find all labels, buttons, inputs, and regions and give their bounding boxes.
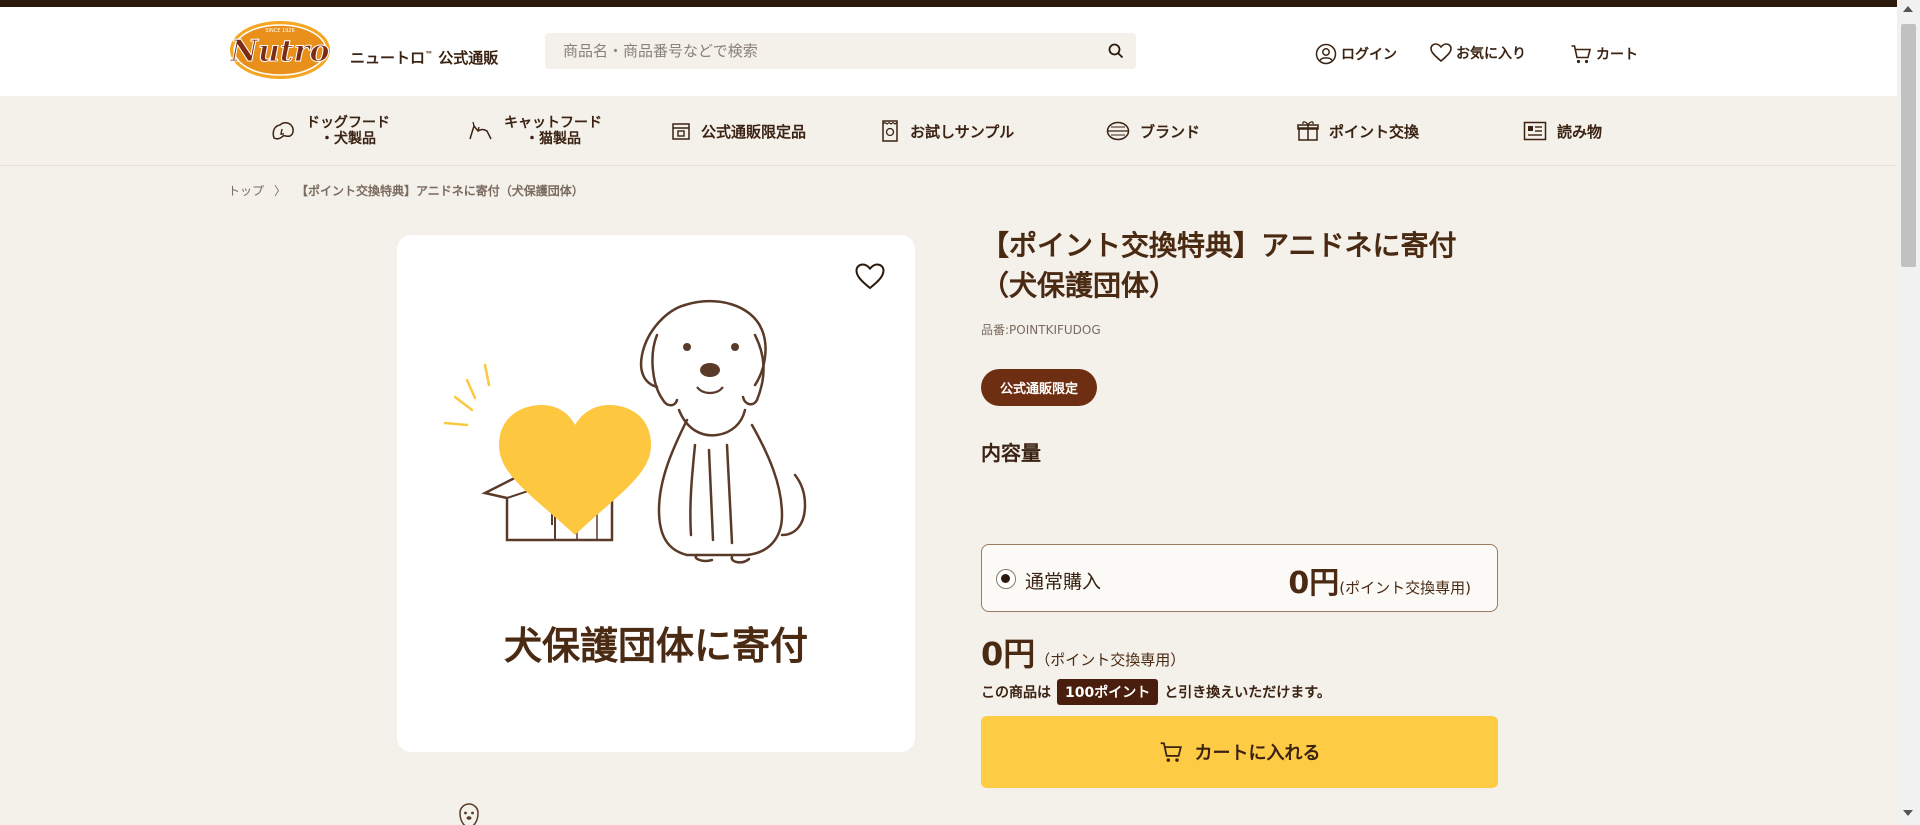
- main-nav: ドッグフード ・犬製品 キャットフード ・猫製品 公式通販限定品 お試しサンプル ブ…: [0, 96, 1897, 166]
- search-icon: [1108, 43, 1124, 59]
- dog-illustration: [639, 300, 807, 564]
- points-info: この商品は 100ポイント と引き換えいただけます。: [981, 679, 1331, 705]
- search-button[interactable]: [1102, 37, 1130, 65]
- site-header: SINCE 1926 Nutro ニュートロ™ 公式通販 ログイン お気に入り: [0, 7, 1897, 96]
- add-to-cart-label: カートに入れる: [1194, 743, 1321, 764]
- nav-limited[interactable]: 公式通販限定品: [671, 96, 806, 166]
- points-value-tag: 100ポイント: [1057, 679, 1159, 705]
- login-label: ログイン: [1341, 47, 1397, 63]
- dog-eye-right: [731, 343, 739, 351]
- product-title: 【ポイント交換特典】アニドネに寄付（犬保護団体）: [981, 229, 1457, 302]
- scroll-up-arrow-icon[interactable]: [1903, 6, 1913, 12]
- sample-bag-icon: [882, 120, 898, 142]
- add-to-cart-button[interactable]: カートに入れる: [981, 716, 1498, 788]
- dog-icon: [272, 122, 294, 140]
- volume-label: 内容量: [981, 441, 1041, 465]
- nav-catfood[interactable]: キャットフード ・猫製品: [468, 96, 602, 166]
- favorites-link[interactable]: お気に入り: [1430, 43, 1526, 63]
- purchase-option-radio[interactable]: [996, 569, 1016, 589]
- favorites-label: お気に入り: [1456, 46, 1526, 62]
- bowl-icon: [1106, 121, 1130, 141]
- nav-sample[interactable]: お試しサンプル: [880, 96, 1014, 166]
- product-code: 品番:POINTKIFUDOG: [981, 323, 1101, 337]
- cart-link[interactable]: カート: [1570, 43, 1638, 65]
- dog-eye-left: [683, 343, 691, 351]
- login-link[interactable]: ログイン: [1315, 43, 1397, 65]
- article-icon: [1523, 121, 1547, 141]
- cat-icon: [469, 121, 492, 140]
- svg-text:Nutro: Nutro: [230, 34, 330, 69]
- gift-icon: [1297, 121, 1319, 141]
- product-info: 【ポイント交換特典】アニドネに寄付（犬保護団体） 品番:POINTKIFUDOG…: [981, 226, 1501, 788]
- heart-icon: [1430, 43, 1452, 63]
- nutro-logo[interactable]: SINCE 1926 Nutro: [228, 19, 332, 81]
- nav-dogfood[interactable]: ドッグフード ・犬製品: [270, 96, 390, 166]
- cart-icon: [1160, 742, 1182, 762]
- breadcrumb-separator: 〉: [274, 184, 287, 198]
- heart-icon: [499, 405, 651, 535]
- dog-nose: [700, 363, 720, 377]
- cart-icon: [1571, 45, 1592, 64]
- nav-points[interactable]: ポイント交換: [1297, 96, 1419, 166]
- nav-reading[interactable]: 読み物: [1523, 96, 1602, 166]
- brand-name: ニュートロ™ 公式通販: [350, 49, 499, 67]
- cart-label: カート: [1596, 47, 1638, 63]
- price: 0円（ポイント交換専用）: [981, 635, 1186, 673]
- thumbnail-image[interactable]: [452, 803, 486, 825]
- purchase-option-price: 0円(ポイント交換専用): [1288, 566, 1471, 601]
- nav-brand[interactable]: ブランド: [1106, 96, 1200, 166]
- purchase-option-label: 通常購入: [1025, 571, 1102, 593]
- scroll-down-arrow-icon[interactable]: [1903, 810, 1913, 816]
- breadcrumb-current: 【ポイント交換特典】アニドネに寄付（犬保護団体）: [296, 184, 584, 198]
- donation-illustration: [443, 300, 807, 564]
- breadcrumb-home[interactable]: トップ: [228, 182, 264, 199]
- vertical-scrollbar[interactable]: [1897, 0, 1920, 825]
- dog-thumbnail-icon: [459, 803, 479, 825]
- limited-badge: 公式通販限定: [981, 369, 1098, 406]
- breadcrumb: トップ 〉 【ポイント交換特典】アニドネに寄付（犬保護団体）: [228, 182, 584, 199]
- search-input[interactable]: [545, 33, 1085, 69]
- sparkle-lines: [443, 363, 491, 427]
- image-caption: 犬保護団体に寄付: [503, 624, 808, 668]
- top-accent-bar: [0, 0, 1897, 7]
- product-image: 犬保護団体に寄付: [397, 235, 915, 752]
- search-box: [545, 33, 1136, 69]
- user-icon: [1315, 43, 1337, 65]
- scrollbar-thumb[interactable]: [1901, 24, 1916, 267]
- store-icon: [672, 123, 690, 140]
- purchase-option-regular[interactable]: 通常購入 0円(ポイント交換専用): [981, 544, 1498, 612]
